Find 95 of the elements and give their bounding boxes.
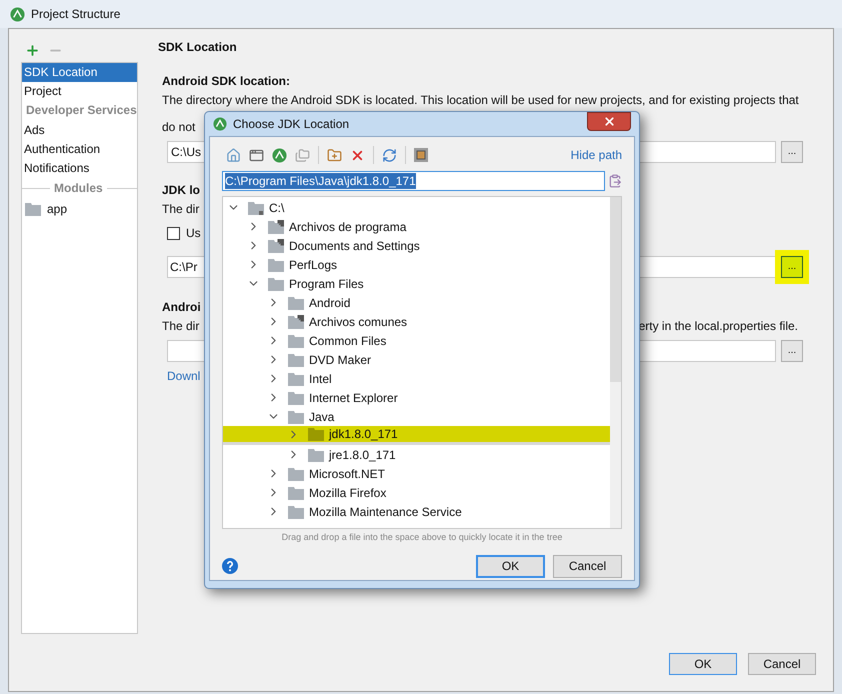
folder-icon <box>288 296 304 310</box>
description-text: The dir <box>162 201 200 218</box>
tree-item-label: jdk1.8.0_171 <box>329 426 398 443</box>
folder-shortcut-icon <box>268 220 284 234</box>
tree-row[interactable]: Intel <box>223 369 610 388</box>
tree-row[interactable]: Android <box>223 293 610 312</box>
tree-row[interactable]: Mozilla Firefox <box>223 483 610 502</box>
help-icon[interactable] <box>222 558 238 574</box>
section-title: JDK lo <box>162 182 200 199</box>
tree-item-label: jre1.8.0_171 <box>329 446 396 464</box>
browse-button[interactable]: ... <box>781 340 803 362</box>
description-text: do not <box>162 119 196 136</box>
cancel-button[interactable]: Cancel <box>748 653 816 675</box>
folder-icon <box>288 334 304 348</box>
tree-item-label: Mozilla Maintenance Service <box>309 504 462 520</box>
tree-item-label: Archivos comunes <box>309 314 408 330</box>
browse-button[interactable]: ... <box>781 141 803 163</box>
tree-row[interactable]: Internet Explorer <box>223 388 610 407</box>
tree-item-label: Archivos de programa <box>289 218 406 236</box>
download-link[interactable]: Downl <box>167 367 200 385</box>
sidebar-item[interactable]: app <box>22 198 137 220</box>
tree-item-label: Java <box>309 408 334 426</box>
description-text: The dir <box>162 318 200 335</box>
checkbox[interactable] <box>167 226 180 240</box>
sidebar-item[interactable]: Notifications <box>22 159 137 178</box>
window-icon[interactable] <box>249 148 264 162</box>
folder-icon <box>288 372 304 386</box>
folder-icon <box>288 466 304 480</box>
sidebar-item[interactable]: Ads <box>22 121 137 140</box>
paste-icon[interactable] <box>608 173 622 189</box>
section-title: Android SDK location: <box>162 73 291 90</box>
android-icon <box>10 6 25 22</box>
tree-item-label: PerfLogs <box>289 256 338 274</box>
page-heading: SDK Location <box>158 39 238 56</box>
sidebar-section-header: Developer Services <box>25 102 137 119</box>
tree-item-label: C:\ <box>269 200 284 216</box>
hint-text: Drag and drop a file into the space above to quickly locate it in the tree <box>280 531 564 544</box>
folder-icon <box>288 352 304 366</box>
sidebar-section-header: Modules <box>54 180 103 197</box>
path-field[interactable]: C:\Program Files\Java\jdk1.8.0_171 <box>222 171 605 191</box>
tree-item-label: Program Files <box>289 276 364 292</box>
tree-row[interactable]: Program Files <box>223 274 610 293</box>
ok-button[interactable]: OK <box>476 554 545 578</box>
tree-item-label: Mozilla Firefox <box>309 484 386 502</box>
folder-icon <box>308 427 324 441</box>
android-icon <box>272 148 287 162</box>
checkered-square-icon[interactable] <box>414 148 428 162</box>
tree-row[interactable]: jre1.8.0_171 <box>223 445 610 464</box>
folder-icon <box>308 448 324 462</box>
tree-row[interactable]: Mozilla Maintenance Service <box>223 502 610 521</box>
folder-shortcut-icon <box>268 238 284 252</box>
sidebar-item[interactable]: Project <box>22 82 137 101</box>
new-folder-icon[interactable] <box>327 148 342 162</box>
cancel-button[interactable]: Cancel <box>553 554 622 578</box>
tree-item-label: Android <box>309 294 350 312</box>
tree-row[interactable]: Documents and Settings <box>223 236 610 255</box>
tree-row[interactable]: jdk1.8.0_171 <box>223 426 610 445</box>
sidebar-item[interactable]: Authentication <box>22 140 137 159</box>
tree-row[interactable]: Archivos comunes <box>223 312 610 331</box>
folder-icon <box>288 486 304 500</box>
section-title: Androi <box>162 299 201 316</box>
add-icon[interactable] <box>25 42 40 58</box>
hide-path-link[interactable]: Hide path <box>570 146 622 164</box>
folder-icon <box>25 202 41 216</box>
tree-item-label: Documents and Settings <box>289 238 420 254</box>
sidebar-item[interactable]: SDK Location <box>22 63 137 82</box>
tree-row[interactable]: Archivos de programa <box>223 217 610 236</box>
folder-icon <box>288 504 304 518</box>
tree-row[interactable]: Microsoft.NET <box>223 464 610 483</box>
window-title: Project Structure <box>31 6 120 23</box>
tree-row[interactable]: Java <box>223 407 610 426</box>
tree-row[interactable]: C:\ <box>223 198 610 217</box>
description-text: The directory where the Android SDK is located. This location will be used for new projects, and for existing projects that <box>162 92 800 109</box>
tree-row[interactable]: PerfLogs <box>223 255 610 274</box>
folder-icon <box>268 258 284 272</box>
checkbox-label: Us <box>186 225 201 242</box>
tree-item-label: Common Files <box>309 332 386 350</box>
close-button[interactable] <box>587 112 631 131</box>
tree-row[interactable]: DVD Maker <box>223 350 610 369</box>
folder-icon <box>288 410 304 424</box>
tree-item-label: Microsoft.NET <box>309 466 386 482</box>
refresh-icon[interactable] <box>382 148 397 162</box>
folder-icon <box>288 390 304 404</box>
android-icon <box>213 117 227 131</box>
tree-item-label: DVD Maker <box>309 352 372 368</box>
folder-shortcut-icon <box>288 314 304 328</box>
tree-item-label: Internet Explorer <box>309 390 398 406</box>
tree-row[interactable]: Common Files <box>223 331 610 350</box>
ok-button[interactable]: OK <box>669 653 737 675</box>
scrollbar-thumb[interactable] <box>610 197 621 382</box>
drive-icon <box>248 200 264 214</box>
dialog-title: Choose JDK Location <box>233 116 350 133</box>
tree-item-label: Intel <box>309 370 332 388</box>
home-icon[interactable] <box>226 148 241 162</box>
close-icon <box>602 115 616 128</box>
